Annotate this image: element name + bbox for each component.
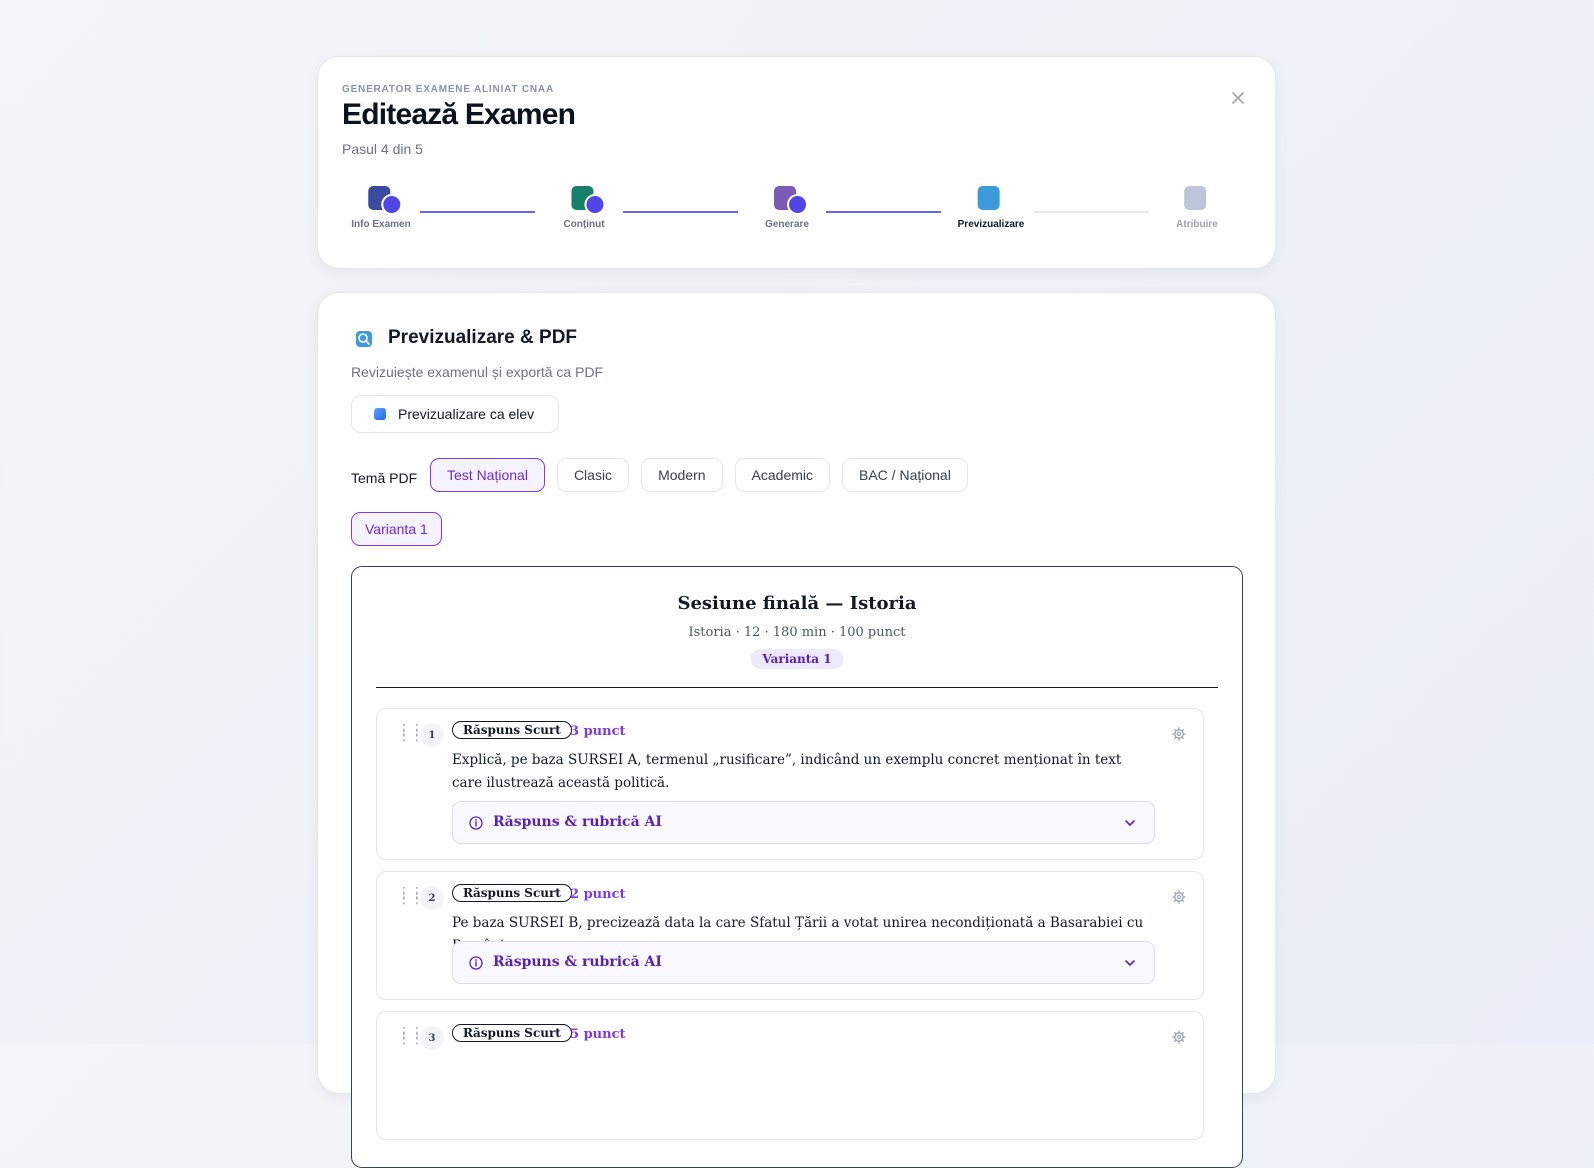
info-icon — [469, 956, 483, 970]
question-number: 1 — [420, 723, 444, 747]
theme-option-clasic[interactable]: Clasic — [556, 458, 630, 492]
chevron-down-icon — [1125, 820, 1135, 826]
exam-paper-preview: Sesiune finală — Istoria Istoria · 12 · … — [351, 566, 1243, 1168]
question-points: 2 punct — [570, 887, 626, 902]
question-points: 3 punct — [570, 724, 626, 739]
question-number: 2 — [420, 886, 444, 910]
theme-option-bac-national[interactable]: BAC / Național — [842, 458, 968, 492]
page-title: Editează Examen — [342, 98, 576, 131]
magnifier-icon — [356, 331, 372, 347]
chevron-down-icon — [1125, 960, 1135, 966]
question-type-badge: Răspuns Scurt — [452, 721, 572, 739]
theme-option-academic[interactable]: Academic — [734, 458, 830, 492]
step-label: Atribuire — [1176, 219, 1218, 230]
check-icon — [786, 194, 808, 215]
ai-rubric-toggle[interactable]: Răspuns & rubrică AI — [452, 941, 1155, 984]
question-type-badge: Răspuns Scurt — [452, 1024, 572, 1042]
question-card: ⋮⋮ ⋮⋮ 2 Răspuns Scurt 2 punct Pe baza SUR… — [376, 871, 1204, 1000]
theme-label: Temă PDF — [351, 470, 418, 486]
step-connector — [1034, 211, 1149, 213]
variant-tab[interactable]: Varianta 1 — [351, 512, 442, 546]
student-preview-button[interactable]: Previzualizare ca elev — [351, 395, 559, 433]
theme-option-test-national[interactable]: Test Național — [430, 458, 545, 492]
step-connector — [623, 211, 738, 213]
rubric-label: Răspuns & rubrică AI — [493, 814, 662, 830]
step-counter: Pasul 4 din 5 — [342, 141, 423, 157]
step-label: Conținut — [563, 219, 605, 230]
variant-badge: Varianta 1 — [750, 649, 844, 669]
step-info-examen[interactable]: Info Examen — [351, 184, 411, 230]
step-atribuire[interactable]: Atribuire — [1176, 184, 1218, 230]
send-icon — [1183, 186, 1206, 210]
ai-rubric-toggle[interactable]: Răspuns & rubrică AI — [452, 801, 1155, 844]
close-icon — [1232, 92, 1244, 104]
step-connector — [420, 211, 535, 213]
theme-selector: Test Național Clasic Modern Academic BAC… — [430, 458, 968, 492]
student-preview-label: Previzualizare ca elev — [398, 406, 535, 422]
question-card: ⋮⋮ ⋮⋮ 3 Răspuns Scurt 5 punct — [376, 1011, 1204, 1140]
section-title: Previzualizare & PDF — [388, 327, 578, 348]
step-label: Info Examen — [351, 219, 411, 230]
step-connector — [826, 211, 941, 213]
close-button[interactable] — [1228, 88, 1248, 108]
gear-icon[interactable] — [1172, 727, 1186, 741]
step-label: Previzualizare — [957, 219, 1025, 230]
theme-option-modern[interactable]: Modern — [641, 458, 723, 492]
exam-meta: Istoria · 12 · 180 min · 100 punct — [688, 625, 906, 640]
step-previzualizare[interactable]: Previzualizare — [957, 184, 1025, 230]
exam-title: Sesiune finală — Istoria — [677, 593, 917, 614]
section-subtitle: Revizuiește examenul și exportă ca PDF — [351, 364, 604, 380]
magnifier-icon — [978, 186, 1000, 210]
question-number: 3 — [420, 1026, 444, 1050]
gear-icon[interactable] — [1172, 1030, 1186, 1044]
app-eyebrow: GENERATOR EXAMENE ALINIAT CNAA — [342, 84, 554, 95]
info-icon — [469, 816, 483, 830]
check-icon — [381, 194, 402, 215]
gear-icon[interactable] — [1172, 890, 1186, 904]
check-icon — [584, 194, 605, 215]
question-card: ⋮⋮ ⋮⋮ 1 Răspuns Scurt 3 punct Explică, pe… — [376, 708, 1204, 860]
divider — [376, 687, 1218, 688]
question-text: Explică, pe baza SURSEI A, termenul „rus… — [452, 752, 1122, 791]
rubric-label: Răspuns & rubrică AI — [493, 954, 662, 970]
question-type-badge: Răspuns Scurt — [452, 884, 572, 902]
step-continut[interactable]: Conținut — [563, 184, 605, 230]
wizard-header-card: GENERATOR EXAMENE ALINIAT CNAA Editează … — [317, 56, 1276, 269]
question-points: 5 punct — [570, 1027, 626, 1042]
preview-card: Previzualizare & PDF Revizuiește examenu… — [317, 292, 1276, 1168]
student-preview-icon — [374, 408, 386, 420]
step-label: Generare — [765, 219, 809, 230]
step-generare[interactable]: Generare — [765, 184, 809, 230]
